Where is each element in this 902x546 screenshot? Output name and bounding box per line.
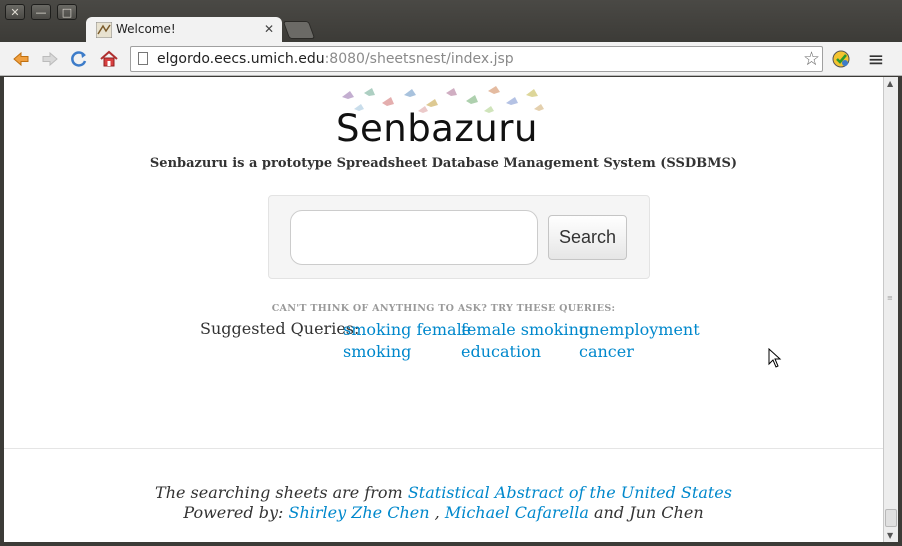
suggested-query-link[interactable]: female smoking education (461, 319, 589, 363)
reload-icon[interactable] (69, 49, 89, 69)
vertical-scrollbar[interactable]: ▲ ≡ ▼ (883, 77, 898, 542)
back-arrow-icon[interactable] (11, 49, 31, 69)
window-close-button[interactable]: ✕ (5, 4, 25, 20)
new-tab-button[interactable] (282, 21, 316, 39)
tab-title: Welcome! (116, 22, 176, 36)
logo-text: Senbazuru (336, 107, 538, 150)
scroll-up-icon[interactable]: ▲ (887, 79, 893, 88)
window-titlebar: ✕ — □ Welcome! ✕ (0, 0, 902, 43)
footer-source-line: The searching sheets are from Statistica… (155, 483, 732, 502)
scroll-grip-icon: ≡ (887, 294, 893, 302)
bookmark-star-icon[interactable]: ☆ (803, 48, 820, 70)
browser-tab[interactable]: Welcome! ✕ (86, 17, 282, 43)
page-icon (138, 52, 148, 65)
statistical-abstract-link[interactable]: Statistical Abstract of the United State… (408, 483, 732, 502)
browser-toolbar: elgordo.eecs.umich.edu:8080/sheetsnest/i… (0, 42, 902, 76)
author-link-shirley[interactable]: Shirley Zhe Chen (288, 503, 429, 522)
suggested-query-link[interactable]: unemployment cancer (579, 319, 700, 363)
suggested-query-link[interactable]: smoking female smoking (343, 319, 471, 363)
page-viewport: Senbazuru Senbazuru is a prototype Sprea… (4, 77, 883, 542)
scroll-down-icon[interactable]: ▼ (887, 531, 893, 540)
home-icon[interactable] (99, 49, 119, 69)
senbazuru-logo: Senbazuru (334, 85, 554, 150)
address-bar[interactable]: elgordo.eecs.umich.edu:8080/sheetsnest/i… (130, 46, 823, 72)
menu-icon[interactable]: ≡ (866, 49, 886, 69)
mouse-cursor-icon (768, 348, 782, 368)
page-favicon-icon (96, 22, 112, 38)
forward-arrow-icon[interactable] (40, 49, 60, 69)
search-input[interactable] (290, 210, 538, 265)
search-form: Search (268, 195, 650, 279)
author-link-michael[interactable]: Michael Cafarella (445, 503, 589, 522)
search-button[interactable]: Search (548, 215, 627, 260)
url-text[interactable]: elgordo.eecs.umich.edu:8080/sheetsnest/i… (157, 51, 514, 67)
suggested-queries-label: Suggested Queries: (200, 319, 360, 338)
window-maximize-button[interactable]: □ (57, 4, 77, 20)
scrollbar-thumb[interactable] (885, 509, 897, 527)
tab-close-icon[interactable]: ✕ (264, 22, 274, 36)
window-minimize-button[interactable]: — (31, 4, 51, 20)
query-hint: CAN'T THINK OF ANYTHING TO ASK? TRY THES… (271, 303, 616, 314)
footer-divider (4, 448, 883, 449)
footer-credits-line: Powered by: Shirley Zhe Chen , Michael C… (183, 503, 704, 522)
extension-icon[interactable] (831, 49, 851, 69)
tagline: Senbazuru is a prototype Spreadsheet Dat… (149, 156, 738, 171)
